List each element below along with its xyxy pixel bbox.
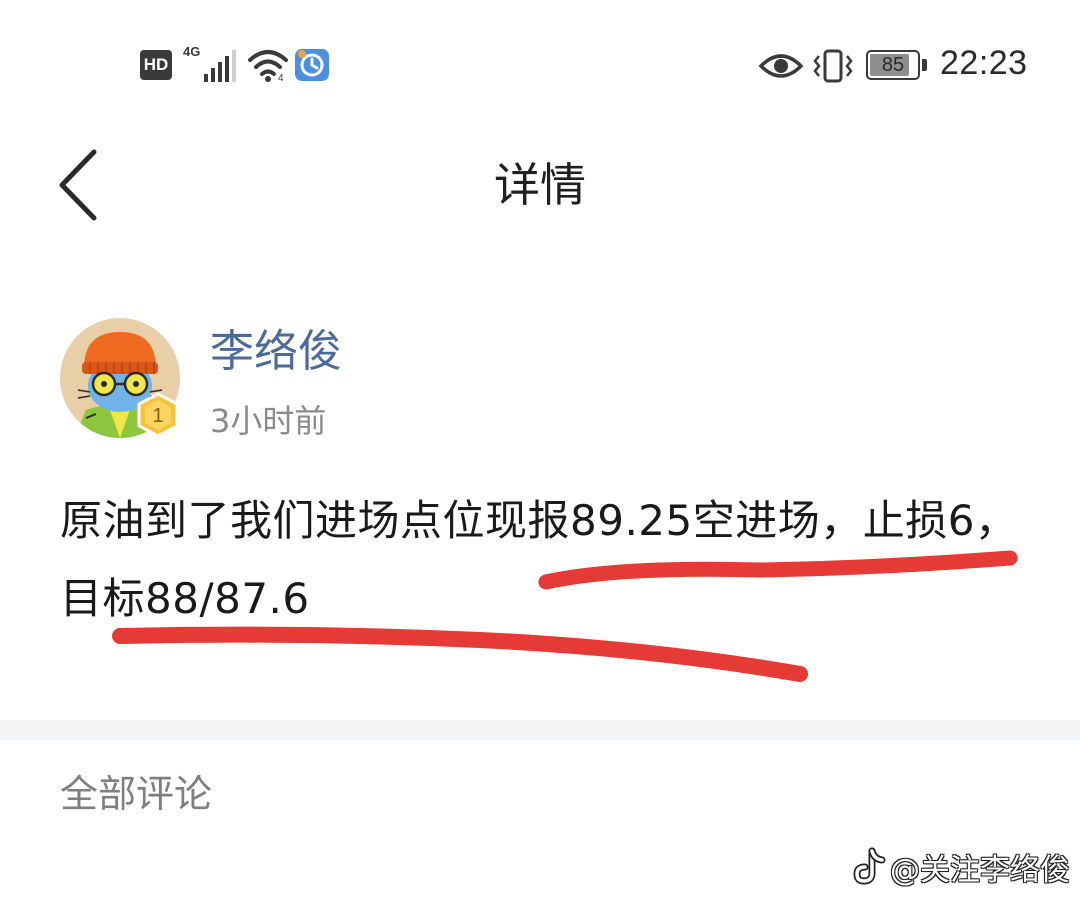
status-clock: 22:23: [940, 44, 1028, 82]
svg-text:4: 4: [278, 73, 284, 82]
section-divider: [0, 720, 1080, 740]
post-timestamp: 3小时前: [210, 402, 327, 440]
battery-level-text: 85: [881, 54, 905, 76]
level-number: 1: [152, 405, 163, 427]
watermark-text: @关注李络俊: [890, 853, 1070, 888]
watermark: @关注李络俊: [852, 842, 1070, 892]
comments-header: 全部评论: [60, 772, 213, 816]
battery-indicator: 85: [866, 50, 928, 82]
hd-badge: HD: [140, 50, 172, 80]
wifi-icon: 4: [248, 50, 288, 82]
post-content: 原油到了我们进场点位现报89.25空进场，止损6，目标88/87.6: [60, 496, 1018, 623]
cellular-signal-icon: [204, 50, 236, 82]
author-name[interactable]: 李络俊: [210, 322, 342, 382]
network-type-label: 4G: [183, 44, 201, 59]
douyin-logo-icon: [853, 847, 886, 885]
status-bar: HD 4G 4 85 22:23: [0, 0, 1080, 130]
level-badge: 1: [137, 392, 179, 438]
app-notification-icon: [295, 49, 329, 81]
eye-comfort-icon: [758, 54, 804, 78]
battery-tip: [922, 59, 927, 71]
vibrate-icon: [813, 49, 853, 83]
page-title: 详情: [494, 158, 586, 212]
